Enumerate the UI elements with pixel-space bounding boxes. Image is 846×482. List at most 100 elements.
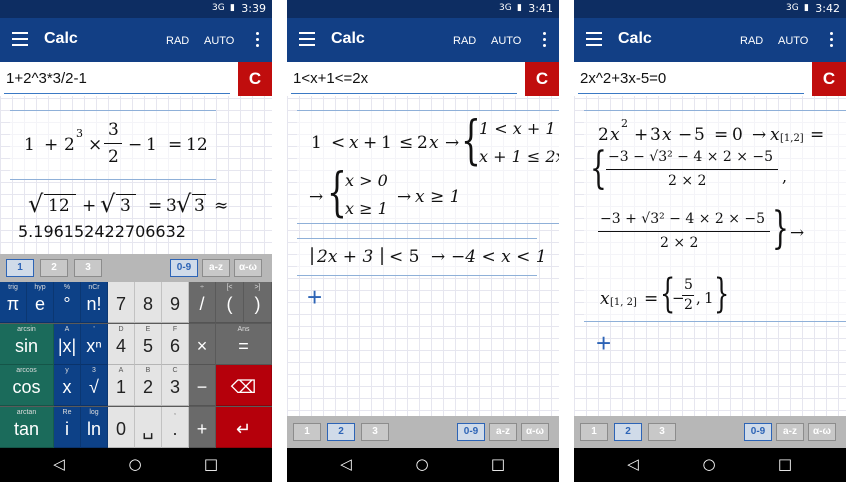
angle-mode-button[interactable]: RAD [740, 35, 763, 47]
key[interactable]: nCr n! [81, 282, 108, 323]
key[interactable]: arctan tan [0, 406, 54, 448]
key[interactable]: % ° [54, 282, 81, 323]
key[interactable]: ' xⁿ [81, 323, 108, 365]
expression-input[interactable]: 1+2^3*3/2-1 [6, 70, 87, 87]
home-icon[interactable]: ○ [700, 455, 718, 473]
home-icon[interactable]: ○ [413, 455, 431, 473]
key[interactable]: 0 [108, 406, 135, 448]
back-icon[interactable]: ◁ [50, 455, 68, 473]
tab-digits[interactable]: 0-9 [457, 423, 485, 441]
tab-letters[interactable]: a-z [776, 423, 804, 441]
key-secondary-label: E [145, 325, 151, 333]
tab-digits[interactable]: 0-9 [170, 259, 198, 277]
tab-digits[interactable]: 0-9 [744, 423, 772, 441]
menu-icon[interactable] [586, 32, 602, 46]
clear-button[interactable]: C [238, 62, 272, 96]
calculator-screen-3: 3G ▮ 3:42 Calc RAD AUTO 2 x 2 + 3 x − 5 … [574, 0, 846, 482]
auto-mode-button[interactable]: AUTO [778, 35, 808, 47]
key[interactable]: arcsin sin [0, 323, 54, 365]
recent-apps-icon[interactable]: □ [489, 455, 507, 473]
key[interactable]: F6 [162, 323, 189, 365]
key-secondary-label: ÷ [200, 284, 204, 291]
menu-icon[interactable] [299, 32, 315, 46]
expression-input[interactable]: 1<x+1<=2x [293, 70, 368, 87]
recent-apps-icon[interactable]: □ [202, 455, 220, 473]
key[interactable]: trig π [0, 282, 27, 323]
tab-3[interactable]: 3 [74, 259, 102, 277]
tab-1[interactable]: 1 [580, 423, 608, 441]
frac-numerator: 3 [108, 120, 119, 140]
tab-1[interactable]: 1 [293, 423, 321, 441]
tab-1[interactable]: 1 [6, 259, 34, 277]
home-icon[interactable]: ○ [126, 455, 144, 473]
key[interactable]: ↵ [216, 406, 272, 448]
key[interactable]: × [189, 323, 216, 365]
key[interactable]: − [189, 365, 216, 406]
key-label: n! [86, 294, 102, 314]
key[interactable]: 3 √ [81, 365, 108, 406]
key[interactable]: >]) [244, 282, 272, 323]
overflow-menu-icon[interactable] [830, 32, 834, 50]
result-card[interactable]: 1 < x + 1 ≤ 2 x → { 1 < x + 1 x + 1 ≤ 2x… [297, 110, 559, 224]
tab-greek[interactable]: α-ω [808, 423, 836, 441]
tab-greek[interactable]: α-ω [234, 259, 262, 277]
root-var: x [600, 289, 610, 309]
angle-mode-button[interactable]: RAD [166, 35, 189, 47]
key[interactable]: C3 [162, 365, 189, 406]
clear-button[interactable]: C [812, 62, 846, 96]
status-bar: 3G ▮ 3:41 [287, 0, 559, 18]
result-card[interactable]: | 2x + 3 | < 5 → −4 < x < 1 [297, 238, 547, 276]
key[interactable]: Ans = [216, 323, 272, 365]
key[interactable]: ␣ [135, 406, 162, 448]
tab-2[interactable]: 2 [40, 259, 68, 277]
result-card[interactable]: 2 x 2 + 3 x − 5 = 0 → x [1,2] = { −3 − √… [584, 110, 846, 322]
key[interactable]: 7 [108, 282, 135, 323]
angle-mode-button[interactable]: RAD [453, 35, 476, 47]
key[interactable]: yx [54, 365, 81, 406]
add-icon[interactable]: + [307, 282, 322, 313]
key-secondary-label: , [174, 408, 176, 416]
input-bar: 1+2^3*3/2-1 [0, 62, 272, 96]
tab-greek[interactable]: α-ω [521, 423, 549, 441]
key[interactable]: ⌫ [216, 365, 272, 406]
quad-exponent: 2 [621, 117, 628, 130]
fraction-bar [682, 295, 694, 296]
clear-button[interactable]: C [525, 62, 559, 96]
key[interactable]: B2 [135, 365, 162, 406]
key-grid: trig π hyp e% ° nCr n! 7 8 9 ÷ / [<(>]) arcsin sin A |x|… [0, 282, 272, 448]
key[interactable]: 8 [135, 282, 162, 323]
key[interactable]: 9 [162, 282, 189, 323]
expression-input[interactable]: 2x^2+3x-5=0 [580, 70, 666, 87]
auto-mode-button[interactable]: AUTO [204, 35, 234, 47]
root-subscript: [1, 2] [610, 297, 637, 308]
key[interactable]: ,. [162, 406, 189, 448]
tab-2[interactable]: 2 [327, 423, 355, 441]
tab-letters[interactable]: a-z [202, 259, 230, 277]
key[interactable]: A1 [108, 365, 135, 406]
tab-2[interactable]: 2 [614, 423, 642, 441]
add-icon[interactable]: + [596, 328, 611, 359]
key[interactable]: log ln [81, 406, 108, 448]
key[interactable]: arccos cos [0, 365, 54, 406]
key[interactable]: + [189, 406, 216, 448]
calculator-screen-2: 3G ▮ 3:41 Calc RAD AUTO 1 < x + 1 ≤ 2 x … [287, 0, 559, 482]
key[interactable]: D4 [108, 323, 135, 365]
overflow-menu-icon[interactable] [256, 32, 260, 50]
auto-mode-button[interactable]: AUTO [491, 35, 521, 47]
key[interactable]: hyp e [27, 282, 54, 323]
key-label: sin [14, 335, 38, 356]
back-icon[interactable]: ◁ [624, 455, 642, 473]
key[interactable]: ÷ / [189, 282, 216, 323]
recent-apps-icon[interactable]: □ [776, 455, 794, 473]
overflow-menu-icon[interactable] [543, 32, 547, 50]
tab-letters[interactable]: a-z [489, 423, 517, 441]
menu-icon[interactable] [12, 32, 28, 46]
key[interactable]: A |x| [54, 323, 81, 365]
key[interactable]: E5 [135, 323, 162, 365]
tab-3[interactable]: 3 [648, 423, 676, 441]
result-card[interactable]: 1 + 2 3 × 3 2 − 1 = 12 [10, 110, 216, 180]
back-icon[interactable]: ◁ [337, 455, 355, 473]
key[interactable]: [< ( [216, 282, 244, 323]
tab-3[interactable]: 3 [361, 423, 389, 441]
key[interactable]: Re i [54, 406, 81, 448]
